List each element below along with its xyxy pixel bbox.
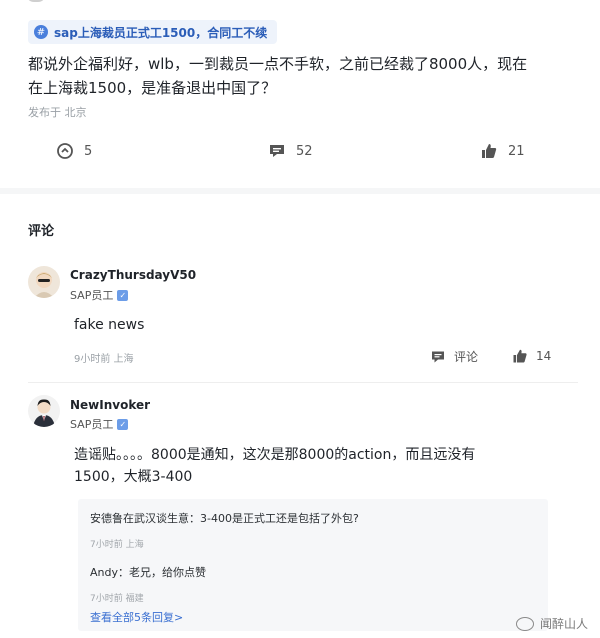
thumbs-up-icon (482, 144, 497, 158)
watermark-text: 闻醉山人 (539, 617, 588, 631)
author-avatar (26, 0, 46, 2)
comment-like-button[interactable]: 14 (512, 348, 551, 364)
role-label: SAP员工 (70, 289, 114, 302)
post-body-line-1: 都说外企福利好，wlb，一到裁员一点不手软，之前已经裁了8000人，现在 (28, 55, 528, 73)
like-count: 21 (508, 143, 525, 159)
reply-button[interactable]: 评论 (430, 348, 478, 365)
section-separator (0, 188, 600, 194)
reply-label: 评论 (454, 350, 479, 364)
share-icon (57, 143, 73, 159)
reply-author[interactable]: 安德鲁在武汉谈生意 (90, 512, 189, 525)
comment-text-line-2: 1500，大概3-400 (74, 469, 193, 485)
role-label: SAP员工 (70, 418, 114, 431)
reply-meta: 7小时前 上海 (90, 540, 144, 550)
thumbs-up-icon (513, 349, 527, 363)
post-meta: 发布于 北京 (28, 106, 87, 119)
commenter-name[interactable]: NewInvoker (70, 398, 150, 412)
comment-text: fake news (74, 317, 145, 333)
reply-item[interactable]: Andy：老兄，给你点赞 (90, 564, 206, 580)
comment-text: 造谣贴。。。。8000是通知，这次是那8000的action，而且远没有 150… (74, 444, 475, 488)
reply-author[interactable]: Andy (90, 566, 118, 579)
view-all-replies-link[interactable]: 查看全部5条回复> (90, 609, 183, 625)
commenter-role: SAP员工 ✓ (70, 287, 129, 303)
post-body: 都说外企福利好，wlb，一到裁员一点不手软，之前已经裁了8000人，现在 在上海… (28, 52, 568, 100)
post-body-line-2: 在上海裁1500，是准备退出中国了？ (28, 79, 277, 97)
comment-icon (432, 351, 444, 362)
topic-hash-icon: # (34, 25, 48, 39)
post-actions: 5 52 21 (0, 140, 600, 164)
comment-meta: 9小时前 上海 (74, 354, 134, 365)
comment-text-line-1: 造谣贴。。。。8000是通知，这次是那8000的action，而且远没有 (74, 447, 476, 463)
comment-count: 52 (296, 143, 313, 159)
avatar[interactable] (28, 266, 60, 298)
avatar[interactable] (28, 395, 60, 427)
topic-label: sap上海裁员正式工1500，合同工不续 (54, 25, 268, 40)
share-count: 5 (84, 143, 93, 159)
post-card: # sap上海裁员正式工1500，合同工不续 都说外企福利好，wlb，一到裁员一… (0, 8, 600, 188)
topic-tag[interactable]: # sap上海裁员正式工1500，合同工不续 (28, 20, 278, 44)
comment-button[interactable]: 52 (268, 142, 313, 160)
weibo-logo-icon (515, 616, 534, 631)
share-button[interactable]: 5 (56, 142, 92, 160)
reply-text: ：3-400是正式工还是包括了外包? (189, 512, 359, 525)
watermark: 闻醉山人 (515, 615, 588, 632)
previous-post-header-clip (0, 0, 600, 4)
comment-like-count: 14 (536, 349, 552, 363)
comment-icon (270, 145, 284, 157)
commenter-role: SAP员工 ✓ (70, 416, 129, 432)
commenter-name[interactable]: CrazyThursdayV50 (70, 268, 196, 282)
reply-text: ：老兄，给你点赞 (118, 566, 206, 579)
comments-title: 评论 (28, 224, 55, 239)
verified-icon: ✓ (117, 289, 129, 301)
verified-icon: ✓ (117, 418, 129, 430)
comment-divider (28, 382, 578, 383)
reply-meta: 7小时前 福建 (90, 594, 144, 604)
reply-item[interactable]: 安德鲁在武汉谈生意：3-400是正式工还是包括了外包? (90, 510, 359, 526)
reply-thread: 安德鲁在武汉谈生意：3-400是正式工还是包括了外包? 7小时前 上海 Andy… (78, 499, 548, 631)
like-button[interactable]: 21 (480, 142, 525, 160)
